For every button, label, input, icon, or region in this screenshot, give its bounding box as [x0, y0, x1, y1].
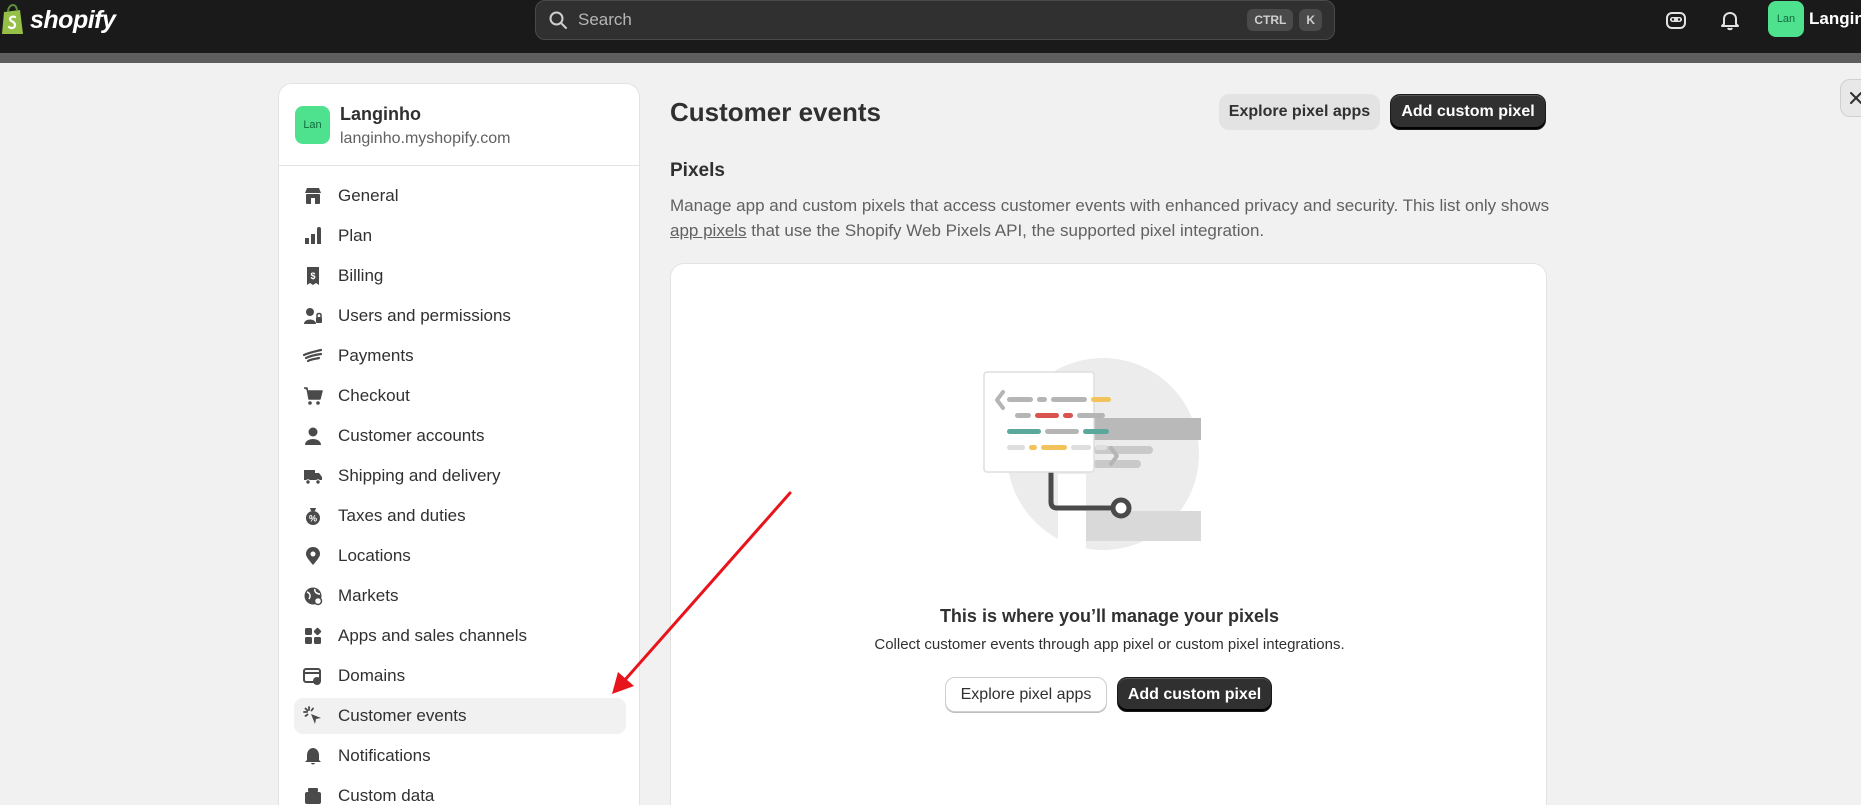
top-bar: shopify Search CTRL K Lan Langinho — [0, 0, 1861, 53]
store-card[interactable]: Lan Langinho langinho.myshopify.com — [279, 84, 639, 166]
shopify-logo[interactable]: shopify — [0, 4, 116, 36]
search-bar[interactable]: Search CTRL K — [535, 0, 1335, 40]
sidebar-item-label: Customer accounts — [338, 426, 485, 445]
person-icon — [305, 427, 321, 445]
store-icon — [305, 188, 321, 204]
sidebar-item-label: General — [338, 186, 399, 205]
shortcut-ctrl: CTRL — [1247, 9, 1294, 31]
sidebar-item-checkout[interactable]: Checkout — [294, 378, 626, 414]
sidebar-item-plan[interactable]: Plan — [294, 218, 626, 254]
sidebar-item-label: Shipping and delivery — [338, 466, 501, 485]
settings-sidebar: Lan Langinho langinho.myshopify.com Gene… — [278, 83, 640, 805]
add-custom-pixel-button[interactable]: Add custom pixel — [1390, 94, 1546, 130]
cursor-click-icon — [303, 706, 321, 724]
section-title: Pixels — [670, 160, 725, 181]
sidebar-item-label: Notifications — [338, 746, 431, 765]
sidebar-item-label: Markets — [338, 586, 399, 605]
app-pixels-link[interactable]: app pixels — [670, 221, 747, 240]
payments-icon — [303, 348, 323, 363]
tax-icon: % — [306, 508, 320, 525]
sidebar-item-customer-accounts[interactable]: Customer accounts — [294, 418, 626, 454]
sidebar-item-general[interactable]: General — [294, 178, 626, 214]
sidebar-item-label: Taxes and duties — [338, 506, 466, 525]
close-icon — [1850, 92, 1861, 104]
bell-icon — [305, 748, 321, 765]
empty-add-custom-pixel-button[interactable]: Add custom pixel — [1117, 677, 1272, 712]
apps-icon — [305, 627, 322, 644]
shopify-bag-icon — [2, 4, 23, 34]
sidebar-item-taxes[interactable]: % Taxes and duties — [294, 498, 626, 534]
sidebar-item-label: Custom data — [338, 786, 435, 805]
sidebar-item-billing[interactable]: $ Billing — [294, 258, 626, 294]
store-avatar: Lan — [295, 106, 330, 144]
location-pin-icon — [306, 547, 320, 565]
cart-icon — [304, 387, 323, 405]
sidebar-item-label: Checkout — [338, 386, 410, 405]
truck-icon — [304, 470, 322, 485]
search-placeholder: Search — [578, 10, 632, 29]
pixels-illustration — [983, 358, 1201, 552]
description-text: Manage app and custom pixels that access… — [670, 196, 1550, 215]
sidebar-item-label: Domains — [338, 666, 406, 685]
domains-icon — [303, 668, 321, 685]
notifications-button[interactable] — [1716, 6, 1744, 34]
section-description: Manage app and custom pixels that access… — [670, 193, 1550, 243]
store-name: Langinho — [340, 104, 421, 124]
sidebar-item-customer-events[interactable]: Customer events — [294, 698, 626, 734]
svg-text:$: $ — [310, 271, 315, 281]
close-settings-button[interactable] — [1840, 79, 1861, 117]
sidebar-item-label: Apps and sales channels — [338, 626, 528, 645]
globe-icon — [304, 587, 323, 606]
sidekick-icon — [1666, 12, 1686, 29]
sidebar-item-label: Customer events — [338, 706, 467, 725]
pixels-empty-state-card: This is where you’ll manage your pixels … — [670, 263, 1547, 805]
bell-icon — [1721, 12, 1739, 31]
sidebar-item-label: Locations — [338, 546, 411, 565]
settings-nav: General Plan $ Billing Users and permiss… — [294, 178, 626, 805]
empty-state-description: Collect customer events through app pixe… — [874, 636, 1345, 653]
sidebar-item-label: Billing — [338, 266, 384, 285]
sidebar-item-domains[interactable]: Domains — [294, 658, 626, 694]
sidebar-item-shipping[interactable]: Shipping and delivery — [294, 458, 626, 494]
sidebar-item-label: Payments — [338, 346, 414, 365]
store-menu-name[interactable]: Langinho — [1809, 9, 1861, 29]
sidebar-item-markets[interactable]: Markets — [294, 578, 626, 614]
sidebar-item-custom-data[interactable]: Custom data — [294, 778, 626, 805]
sidebar-item-locations[interactable]: Locations — [294, 538, 626, 574]
empty-state-title: This is where you’ll manage your pixels — [939, 606, 1280, 626]
store-url: langinho.myshopify.com — [340, 130, 511, 147]
plan-icon — [305, 227, 321, 244]
sidebar-item-users[interactable]: Users and permissions — [294, 298, 626, 334]
user-avatar[interactable]: Lan — [1768, 1, 1804, 37]
empty-explore-pixel-apps-button[interactable]: Explore pixel apps — [945, 677, 1107, 712]
explore-pixel-apps-button[interactable]: Explore pixel apps — [1219, 94, 1380, 130]
page-title: Customer events — [670, 97, 881, 127]
sidebar-item-payments[interactable]: Payments — [294, 338, 626, 374]
description-text: that use the Shopify Web Pixels API, the… — [746, 221, 1265, 240]
users-icon — [304, 308, 322, 324]
sidebar-item-apps[interactable]: Apps and sales channels — [294, 618, 626, 654]
sidekick-button[interactable] — [1662, 6, 1690, 34]
sidebar-item-notifications[interactable]: Notifications — [294, 738, 626, 774]
sidebar-item-label: Users and permissions — [338, 306, 511, 325]
svg-text:%: % — [309, 514, 317, 524]
search-icon — [549, 11, 567, 29]
topbar-divider — [0, 53, 1861, 63]
custom-data-icon — [305, 788, 321, 804]
shortcut-k: K — [1299, 9, 1322, 31]
billing-icon: $ — [307, 267, 319, 285]
shopify-wordmark: shopify — [30, 5, 116, 34]
sidebar-item-label: Plan — [338, 226, 373, 245]
